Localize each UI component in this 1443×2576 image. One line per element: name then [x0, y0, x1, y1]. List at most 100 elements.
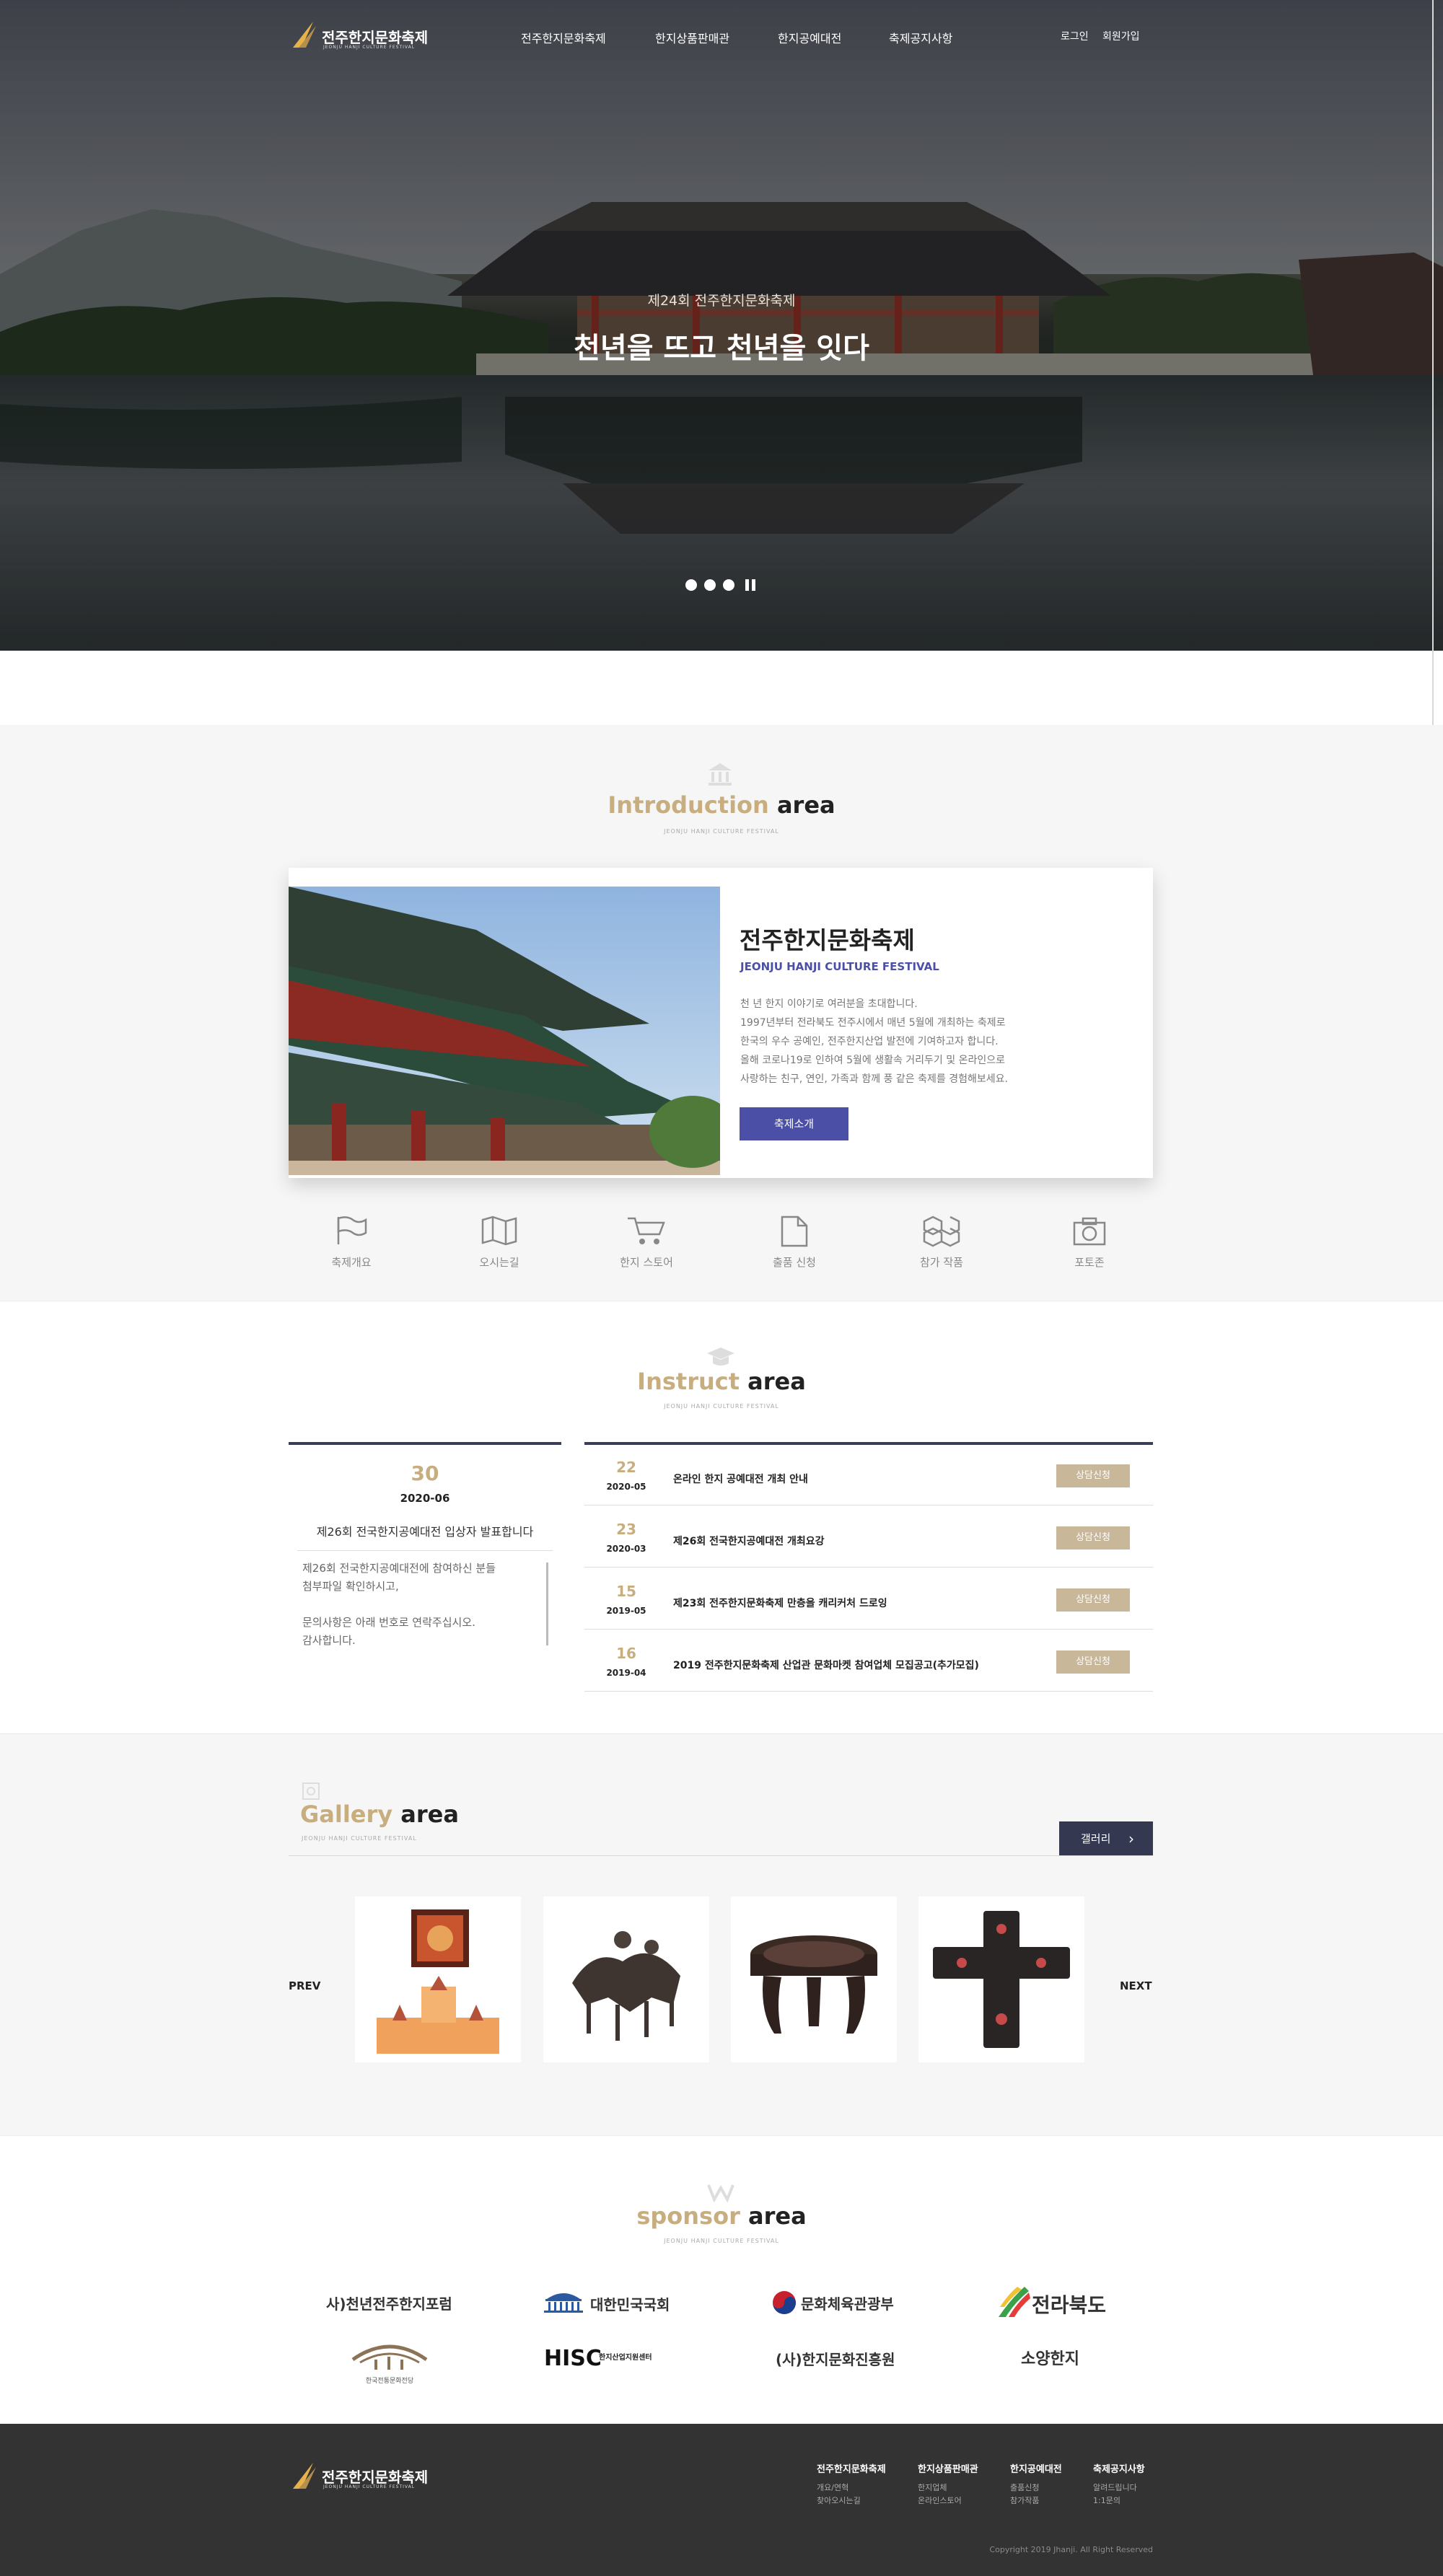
row2-day: 23	[616, 1521, 636, 1538]
footer-col2-link1[interactable]: 한지업체	[918, 2482, 947, 2493]
quick-label-photozone[interactable]: 포토존	[1032, 1254, 1147, 1270]
sponsor-cultural-center-label: 한국전통문화전당	[365, 2378, 414, 2385]
sponsor-national-assembly[interactable]: 대한민국국회	[590, 2293, 670, 2314]
footer: 전주한지문화축제 JEONJU HANJI CULTURE FESTIVAL 전…	[0, 2424, 1443, 2576]
quick-label-directions[interactable]: 오시는길	[442, 1254, 557, 1270]
instruct-subtitle: JEONJU HANJI CULTURE FESTIVAL	[664, 1403, 779, 1410]
featured-scrollbar[interactable]	[546, 1562, 548, 1645]
featured-body: 제26회 전국한지공예대전에 참여하신 분들 첨부파일 확인하시고, 문의사항은…	[302, 1562, 496, 1647]
row1-day: 22	[616, 1459, 636, 1476]
cart-icon[interactable]	[626, 1216, 667, 1246]
row4-day: 16	[616, 1645, 636, 1662]
footer-logo-text[interactable]: 전주한지문화축제	[322, 2466, 428, 2487]
intro-title: Introduction area	[608, 791, 835, 819]
nav-notice[interactable]: 축제공지사항	[889, 29, 952, 46]
slider-dot-1[interactable]	[685, 579, 697, 591]
pause-icon[interactable]	[745, 579, 756, 591]
quick-label-submit[interactable]: 출품 신청	[737, 1254, 852, 1270]
footer-col3-link1[interactable]: 출품신청	[1010, 2482, 1039, 2493]
row1-title[interactable]: 온라인 한지 공예대전 개최 안내	[673, 1472, 808, 1486]
document-icon[interactable]	[781, 1216, 808, 1247]
footer-col4-link2[interactable]: 1:1문의	[1093, 2494, 1120, 2506]
intro-photo	[289, 887, 720, 1175]
nav-store[interactable]: 한지상품판매관	[655, 29, 729, 46]
camera-icon[interactable]	[1073, 1217, 1106, 1246]
login-link[interactable]: 로그인	[1061, 29, 1089, 43]
gallery-section: Gallery area JEONJU HANJI CULTURE FESTIV…	[0, 1733, 1443, 2135]
gallery-title: Gallery area	[300, 1801, 459, 1828]
slider-dot-2[interactable]	[704, 579, 716, 591]
graduation-cap-icon	[707, 1348, 734, 1366]
featured-topline	[289, 1442, 561, 1445]
row3-title[interactable]: 제23회 전주한지문화축제 만층을 캐리커처 드로잉	[673, 1596, 887, 1610]
logo-text[interactable]: 전주한지문화축제	[322, 26, 428, 47]
row4-ym: 2019-04	[606, 1668, 646, 1678]
logo-icon[interactable]	[291, 20, 317, 49]
featured-yearmonth: 2020-06	[400, 1492, 450, 1505]
quick-label-works[interactable]: 참가 작품	[884, 1254, 999, 1270]
gallery-item-4[interactable]	[918, 1896, 1084, 2062]
crown-icon	[707, 2184, 734, 2202]
footer-col1-head[interactable]: 전주한지문화축제	[817, 2461, 886, 2475]
gallery-subtitle: JEONJU HANJI CULTURE FESTIVAL	[302, 1835, 417, 1842]
map-icon[interactable]	[481, 1216, 517, 1246]
image-icon	[302, 1782, 320, 1800]
gallery-more-button[interactable]: 갤러리 ›	[1059, 1821, 1153, 1856]
hero-banner: 전주한지문화축제 JEONJU HANJI CULTURE FESTIVAL 전…	[0, 0, 1443, 651]
sponsor-hanji-forum[interactable]: 사)천년전주한지포럼	[326, 2293, 452, 2313]
gallery-item-1[interactable]	[355, 1896, 521, 2062]
row4-badge-button[interactable]: 상담신청	[1056, 1650, 1130, 1674]
museum-icon	[709, 763, 732, 786]
intro-subtitle: JEONJU HANJI CULTURE FESTIVAL	[664, 828, 779, 835]
sponsor-hisc[interactable]: HISC	[544, 2346, 602, 2371]
signup-link[interactable]: 회원가입	[1102, 29, 1140, 43]
footer-logo-icon[interactable]	[291, 2461, 317, 2490]
intro-card-heading: 전주한지문화축제	[740, 926, 915, 954]
hero-subtitle: 제24회 전주한지문화축제	[647, 293, 796, 309]
row2-title[interactable]: 제26회 전국한지공예대전 개최요강	[673, 1534, 825, 1548]
slider-dot-3[interactable]	[723, 579, 734, 591]
footer-col1-link1[interactable]: 개요/연혁	[817, 2482, 848, 2493]
boxes-icon[interactable]	[921, 1216, 962, 1247]
footer-logo-subtitle: JEONJU HANJI CULTURE FESTIVAL	[323, 2484, 416, 2489]
quick-label-store[interactable]: 한지 스토어	[589, 1254, 704, 1270]
footer-col2-head[interactable]: 한지상품판매관	[918, 2461, 978, 2475]
logo-subtitle: JEONJU HANJI CULTURE FESTIVAL	[323, 45, 416, 50]
footer-col4-head[interactable]: 축제공지사항	[1093, 2461, 1145, 2475]
flag-icon[interactable]	[334, 1216, 369, 1246]
sponsor-subtitle: JEONJU HANJI CULTURE FESTIVAL	[664, 2238, 779, 2244]
sponsor-soyang-hanji[interactable]: 소양한지	[1021, 2346, 1079, 2369]
nav-contest[interactable]: 한지공예대전	[778, 29, 841, 46]
prev-button[interactable]: PREV	[289, 1979, 320, 1992]
intro-card-english: JEONJU HANJI CULTURE FESTIVAL	[740, 960, 939, 973]
gallery-item-3[interactable]	[731, 1896, 897, 2062]
list-topline	[584, 1442, 1153, 1445]
row3-badge-button[interactable]: 상담신청	[1056, 1588, 1130, 1612]
sponsor-jeonbuk[interactable]: 전라북도	[1032, 2290, 1106, 2318]
quick-label-overview[interactable]: 축제개요	[294, 1254, 409, 1270]
featured-headline[interactable]: 제26회 전국한지공예대전 입상자 발표합니다	[289, 1522, 561, 1539]
row2-ym: 2020-03	[606, 1544, 646, 1554]
taegeuk-icon	[773, 2291, 796, 2314]
row1-badge-button[interactable]: 상담신청	[1056, 1464, 1130, 1487]
footer-col1-link2[interactable]: 찾아오시는길	[817, 2494, 861, 2506]
footer-col2-link2[interactable]: 온라인스토어	[918, 2494, 962, 2506]
copyright: Copyright 2019 Jhanji. All Right Reserve…	[989, 2545, 1153, 2554]
footer-col3-link2[interactable]: 참가작품	[1010, 2494, 1039, 2506]
intro-card: 전주한지문화축제 JEONJU HANJI CULTURE FESTIVAL 천…	[289, 868, 1153, 1178]
footer-col3-head[interactable]: 한지공예대전	[1010, 2461, 1062, 2475]
instruct-title: Instruct area	[637, 1368, 806, 1395]
row3-day: 15	[616, 1583, 636, 1600]
chevron-right-icon: ›	[1128, 1830, 1134, 1847]
sponsor-hanji-promotion[interactable]: (사)한지문화진흥원	[776, 2348, 895, 2369]
row4-divider	[584, 1691, 1153, 1692]
row2-badge-button[interactable]: 상담신청	[1056, 1526, 1130, 1549]
footer-col4-link1[interactable]: 알려드립니다	[1093, 2482, 1137, 2493]
gallery-item-2[interactable]	[543, 1896, 709, 2062]
nav-festival[interactable]: 전주한지문화축제	[521, 29, 606, 46]
festival-intro-button[interactable]: 축제소개	[740, 1107, 848, 1140]
row3-divider	[584, 1629, 1153, 1630]
row4-title[interactable]: 2019 전주한지문화축제 산업관 문화마켓 참여업체 모집공고(추가모집)	[673, 1658, 979, 1672]
sponsor-culture-ministry[interactable]: 문화체육관광부	[801, 2293, 894, 2313]
next-button[interactable]: NEXT	[1120, 1979, 1152, 1992]
